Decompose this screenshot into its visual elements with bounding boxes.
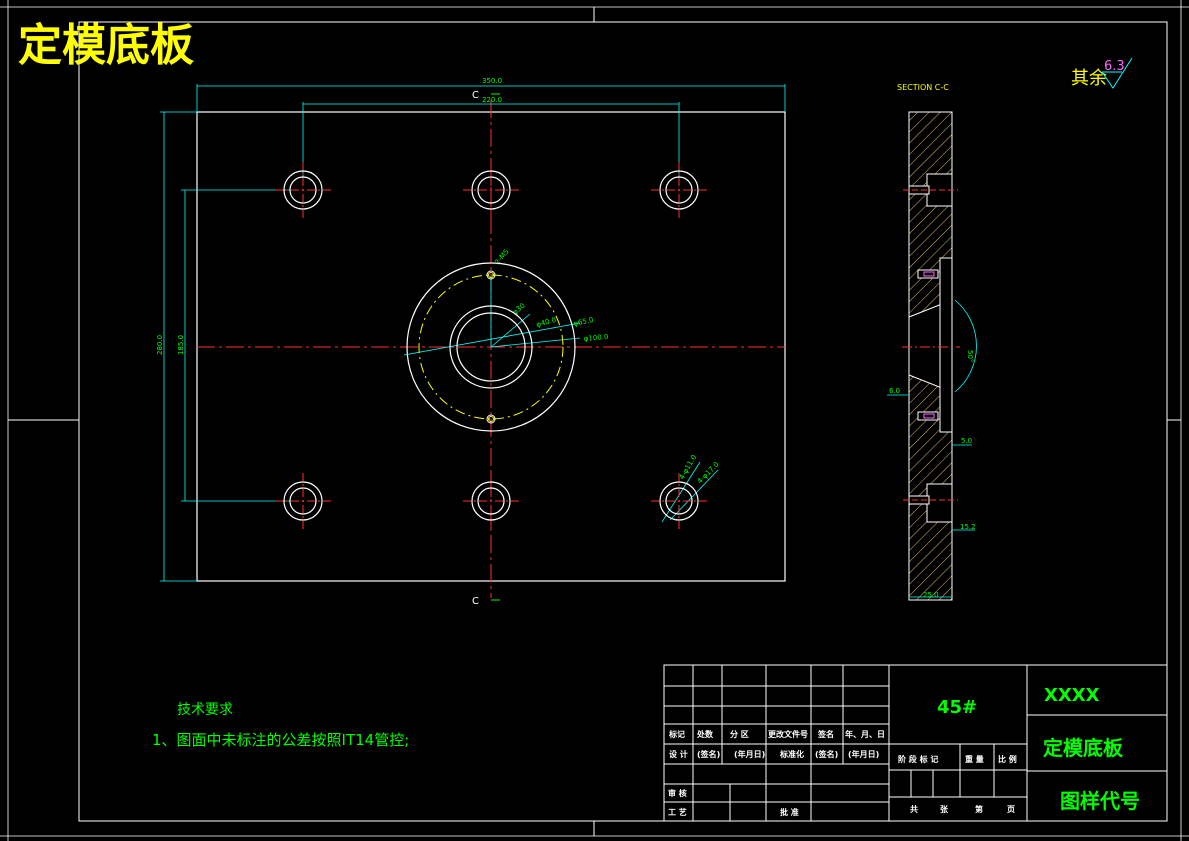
- tb-design-5: (年月日): [848, 749, 879, 759]
- dim-depth-b: 5.0: [961, 437, 972, 445]
- dim-depth-c: 15.2: [960, 523, 976, 531]
- dim-screw-hole-a: 4-φ11.0: [678, 453, 699, 481]
- title-block-text: 标记 处数 分 区 更改文件号 签名 年、月、日 设 计 (签名) (年月日) …: [668, 729, 1017, 817]
- tb-process: 工 艺: [668, 807, 687, 817]
- tb-review: 审 核: [668, 788, 687, 798]
- drawing-title: 定模底板: [18, 20, 194, 71]
- dim-thickness: 25.0: [923, 591, 939, 599]
- tb-drawing-no: 图样代号: [1060, 789, 1140, 813]
- dim-d-inner-b: φ40.0: [535, 316, 557, 329]
- section-marker-bottom: C: [472, 596, 479, 607]
- dim-screw-hole-b: 4-φ17.0: [696, 461, 721, 486]
- dim-overall-width: 350.0: [482, 77, 502, 85]
- tb-mark-0: 标记: [668, 729, 685, 739]
- notes-heading: 技术要求: [177, 702, 233, 718]
- tb-stage-2: 比 例: [998, 754, 1017, 764]
- tb-approve: 批 准: [780, 807, 799, 817]
- title-block-main: 45# XXXX 定模底板 图样代号: [937, 685, 1140, 813]
- tb-design-0: 设 计: [669, 749, 688, 759]
- section-view: SECTION C-C 50° 6.0 5.0 15.2 25.0: [887, 83, 977, 601]
- tb-design-2: (年月日): [734, 749, 765, 759]
- dim-hole-spacing-x: 220.0: [482, 96, 502, 104]
- dim-d-flange: φ100.0: [583, 333, 608, 343]
- technical-notes: 技术要求 1、图面中未标注的公差按照IT14管控;: [152, 702, 409, 749]
- tb-stage-0: 阶 段 标 记: [898, 754, 938, 764]
- dim-overall-height: 280.0: [156, 335, 164, 355]
- dim-d-inner-a: φ30: [511, 302, 527, 317]
- tb-sheet-0: 共: [910, 804, 918, 814]
- tb-company: XXXX: [1044, 685, 1100, 706]
- tb-sheet-2: 第: [975, 804, 983, 814]
- tb-part-name: 定模底板: [1043, 736, 1124, 760]
- plate-front-view: 350.0 220.0 280.0 185.0 2-M5 φ30 φ40.0 φ…: [156, 77, 786, 607]
- tb-design-3: 标准化: [779, 749, 804, 759]
- section-markers: C C: [472, 90, 500, 607]
- tb-sheet-3: 页: [1007, 805, 1015, 814]
- tb-stage-1: 重 量: [965, 754, 984, 764]
- notes-item-1: 1、图面中未标注的公差按照IT14管控;: [152, 731, 409, 749]
- dim-taper: 50°: [966, 350, 974, 362]
- tb-mark-5: 年、月、日: [845, 729, 885, 739]
- tb-mark-2: 分 区: [730, 729, 749, 739]
- roughness-label: 其余: [1071, 68, 1107, 89]
- tb-sheet-1: 张: [940, 805, 949, 814]
- dim-hole-spacing-y: 185.0: [177, 335, 185, 355]
- tb-mark-4: 签名: [817, 729, 834, 739]
- tb-design-1: (签名): [697, 749, 720, 759]
- dim-d-locating: φ65.0: [573, 316, 594, 328]
- section-title: SECTION C-C: [897, 83, 949, 92]
- tb-design-4: (签名): [815, 749, 838, 759]
- section-marker-top: C: [472, 90, 479, 101]
- tb-material: 45#: [937, 697, 977, 718]
- dim-depth-a: 6.0: [889, 387, 900, 395]
- tb-mark-3: 更改文件号: [768, 729, 808, 739]
- tb-mark-1: 处数: [696, 729, 714, 739]
- cad-drawing: 定模底板 其余 6.3 350.0 220.0 280.0 185.0 2-M5…: [0, 0, 1189, 841]
- roughness-symbol: 其余 6.3: [1071, 57, 1133, 89]
